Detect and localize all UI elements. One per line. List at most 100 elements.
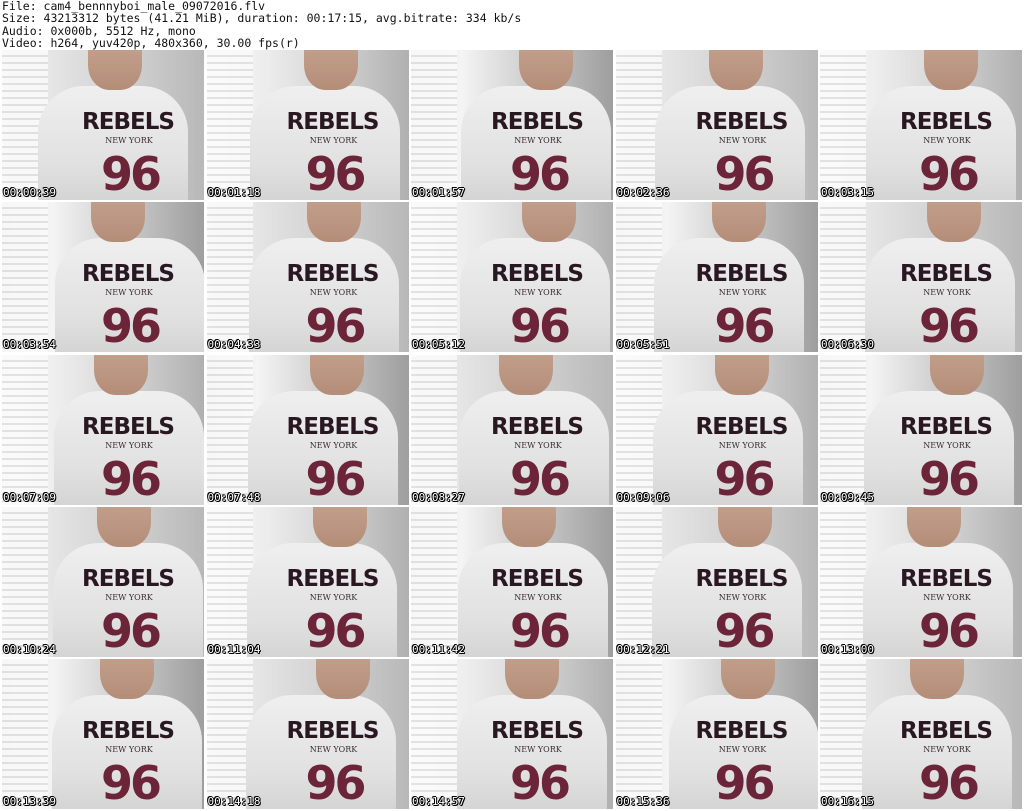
video-thumbnail[interactable]: REBELS NEW YORK 96 00:07:09 bbox=[2, 354, 204, 505]
video-thumbnail[interactable]: REBELS NEW YORK 96 00:13:00 bbox=[820, 506, 1022, 657]
thumbnail-timestamp: 00:08:27 bbox=[412, 490, 465, 504]
shirt-logo-text: REBELS bbox=[900, 565, 993, 592]
shirt-logo-text: REBELS bbox=[695, 109, 789, 135]
shirt-logo-text: REBELS bbox=[491, 109, 584, 135]
shirt-number-text: 96 bbox=[714, 147, 775, 200]
video-thumbnail[interactable]: REBELS NEW YORK 96 00:09:06 bbox=[615, 354, 818, 505]
shirt-sub-text: NEW YORK bbox=[718, 745, 767, 755]
shirt-number-text: 96 bbox=[509, 147, 571, 200]
shirt-number-text: 96 bbox=[918, 147, 980, 200]
shirt-logo-text: REBELS bbox=[286, 565, 380, 592]
video-thumbnail[interactable]: REBELS NEW YORK 96 00:16:15 bbox=[820, 659, 1022, 810]
window-blinds bbox=[820, 506, 866, 657]
thumbnail-timestamp: 00:04:33 bbox=[207, 338, 261, 352]
shirt-number-text: 96 bbox=[714, 756, 775, 810]
shirt-sub-text: NEW YORK bbox=[309, 288, 358, 298]
shirt-number-text: 96 bbox=[100, 451, 162, 505]
shirt-sub-text: NEW YORK bbox=[718, 288, 767, 298]
thumbnail-timestamp: 00:14:18 bbox=[207, 795, 261, 809]
head-shape bbox=[91, 202, 145, 243]
head-shape bbox=[714, 354, 769, 395]
shirt-logo-text: REBELS bbox=[286, 109, 380, 135]
thumbnail-timestamp: 00:03:15 bbox=[821, 186, 874, 199]
head-shape bbox=[519, 50, 573, 90]
video-thumbnail[interactable]: REBELS NEW YORK 96 00:14:57 bbox=[411, 659, 613, 810]
shirt-sub-text: NEW YORK bbox=[514, 136, 562, 145]
video-thumbnail[interactable]: REBELS NEW YORK 96 00:09:45 bbox=[820, 354, 1022, 505]
window-blinds bbox=[206, 50, 253, 200]
shirt-logo-text: REBELS bbox=[491, 565, 584, 592]
shirt-sub-text: NEW YORK bbox=[309, 592, 358, 602]
shirt-number-text: 96 bbox=[714, 299, 775, 353]
video-thumbnail[interactable]: REBELS NEW YORK 96 00:03:54 bbox=[2, 202, 204, 353]
shirt-sub-text: NEW YORK bbox=[923, 592, 971, 602]
video-thumbnail[interactable]: REBELS NEW YORK 96 00:02:36 bbox=[615, 50, 818, 200]
video-info-line: Video: h264, yuv420p, 480x360, 30.00 fps… bbox=[2, 36, 300, 51]
video-thumbnail[interactable]: REBELS NEW YORK 96 00:06:30 bbox=[820, 202, 1022, 353]
head-shape bbox=[924, 50, 978, 90]
video-thumbnail[interactable]: REBELS NEW YORK 96 00:10:24 bbox=[2, 506, 204, 657]
shirt-logo-text: REBELS bbox=[695, 261, 789, 288]
shirt-sub-text: NEW YORK bbox=[923, 440, 971, 450]
shirt-sub-text: NEW YORK bbox=[105, 136, 153, 145]
video-thumbnail[interactable]: REBELS NEW YORK 96 00:08:27 bbox=[411, 354, 613, 505]
shirt-logo-text: REBELS bbox=[82, 565, 175, 592]
window-blinds bbox=[411, 50, 457, 200]
head-shape bbox=[505, 659, 559, 700]
head-shape bbox=[94, 354, 148, 395]
window-blinds bbox=[411, 659, 457, 810]
window-blinds bbox=[2, 202, 48, 353]
video-thumbnail[interactable]: REBELS NEW YORK 96 00:13:39 bbox=[2, 659, 204, 810]
shirt-logo-text: REBELS bbox=[695, 718, 789, 745]
window-blinds bbox=[2, 506, 48, 657]
window-blinds bbox=[2, 354, 48, 505]
video-thumbnail[interactable]: REBELS NEW YORK 96 00:01:18 bbox=[206, 50, 409, 200]
size-duration-line: Size: 43213312 bytes (41.21 MiB), durati… bbox=[2, 11, 522, 26]
shirt-number-text: 96 bbox=[509, 603, 571, 657]
shirt-logo-text: REBELS bbox=[82, 261, 175, 288]
shirt-number-text: 96 bbox=[305, 451, 366, 505]
head-shape bbox=[720, 659, 775, 700]
shirt-logo-text: REBELS bbox=[82, 718, 175, 745]
video-thumbnail[interactable]: REBELS NEW YORK 96 00:07:48 bbox=[206, 354, 409, 505]
thumbnail-timestamp: 00:05:51 bbox=[616, 338, 670, 352]
shirt-sub-text: NEW YORK bbox=[514, 745, 562, 755]
thumbnail-timestamp: 00:13:00 bbox=[821, 642, 874, 656]
shirt-number-text: 96 bbox=[918, 603, 980, 657]
head-shape bbox=[303, 50, 358, 90]
shirt-sub-text: NEW YORK bbox=[105, 592, 153, 602]
thumbnail-timestamp: 00:03:54 bbox=[3, 338, 56, 352]
video-thumbnail[interactable]: REBELS NEW YORK 96 00:05:12 bbox=[411, 202, 613, 353]
shirt-sub-text: NEW YORK bbox=[514, 288, 562, 298]
video-thumbnail[interactable]: REBELS NEW YORK 96 00:05:51 bbox=[615, 202, 818, 353]
shirt-logo-text: REBELS bbox=[286, 261, 380, 288]
video-thumbnail[interactable]: REBELS NEW YORK 96 00:11:04 bbox=[206, 506, 409, 657]
shirt-logo-text: REBELS bbox=[491, 261, 584, 288]
shirt-logo-text: REBELS bbox=[491, 413, 584, 440]
thumbnail-timestamp: 00:07:48 bbox=[207, 490, 261, 504]
thumbnail-timestamp: 00:05:12 bbox=[412, 338, 465, 352]
video-thumbnail[interactable]: REBELS NEW YORK 96 00:15:36 bbox=[615, 659, 818, 810]
head-shape bbox=[312, 506, 367, 547]
shirt-number-text: 96 bbox=[509, 756, 571, 810]
video-thumbnail[interactable]: REBELS NEW YORK 96 00:14:18 bbox=[206, 659, 409, 810]
head-shape bbox=[315, 659, 370, 700]
window-blinds bbox=[2, 659, 48, 810]
shirt-number-text: 96 bbox=[714, 451, 775, 505]
thumbnail-timestamp: 00:11:42 bbox=[412, 642, 465, 656]
shirt-sub-text: NEW YORK bbox=[309, 136, 358, 145]
video-thumbnail[interactable]: REBELS NEW YORK 96 00:03:15 bbox=[820, 50, 1022, 200]
video-thumbnail[interactable]: REBELS NEW YORK 96 00:04:33 bbox=[206, 202, 409, 353]
window-blinds bbox=[411, 202, 457, 353]
thumbnail-timestamp: 00:09:45 bbox=[821, 490, 874, 504]
thumbnail-timestamp: 00:15:36 bbox=[616, 795, 670, 809]
shirt-logo-text: REBELS bbox=[900, 413, 993, 440]
video-thumbnail[interactable]: REBELS NEW YORK 96 00:11:42 bbox=[411, 506, 613, 657]
thumbnail-timestamp: 00:10:24 bbox=[3, 642, 56, 656]
video-thumbnail[interactable]: REBELS NEW YORK 96 00:01:57 bbox=[411, 50, 613, 200]
head-shape bbox=[306, 202, 361, 243]
shirt-number-text: 96 bbox=[305, 603, 366, 657]
video-thumbnail[interactable]: REBELS NEW YORK 96 00:00:39 bbox=[2, 50, 204, 200]
video-thumbnail[interactable]: REBELS NEW YORK 96 00:12:21 bbox=[615, 506, 818, 657]
shirt-number-text: 96 bbox=[714, 603, 775, 657]
